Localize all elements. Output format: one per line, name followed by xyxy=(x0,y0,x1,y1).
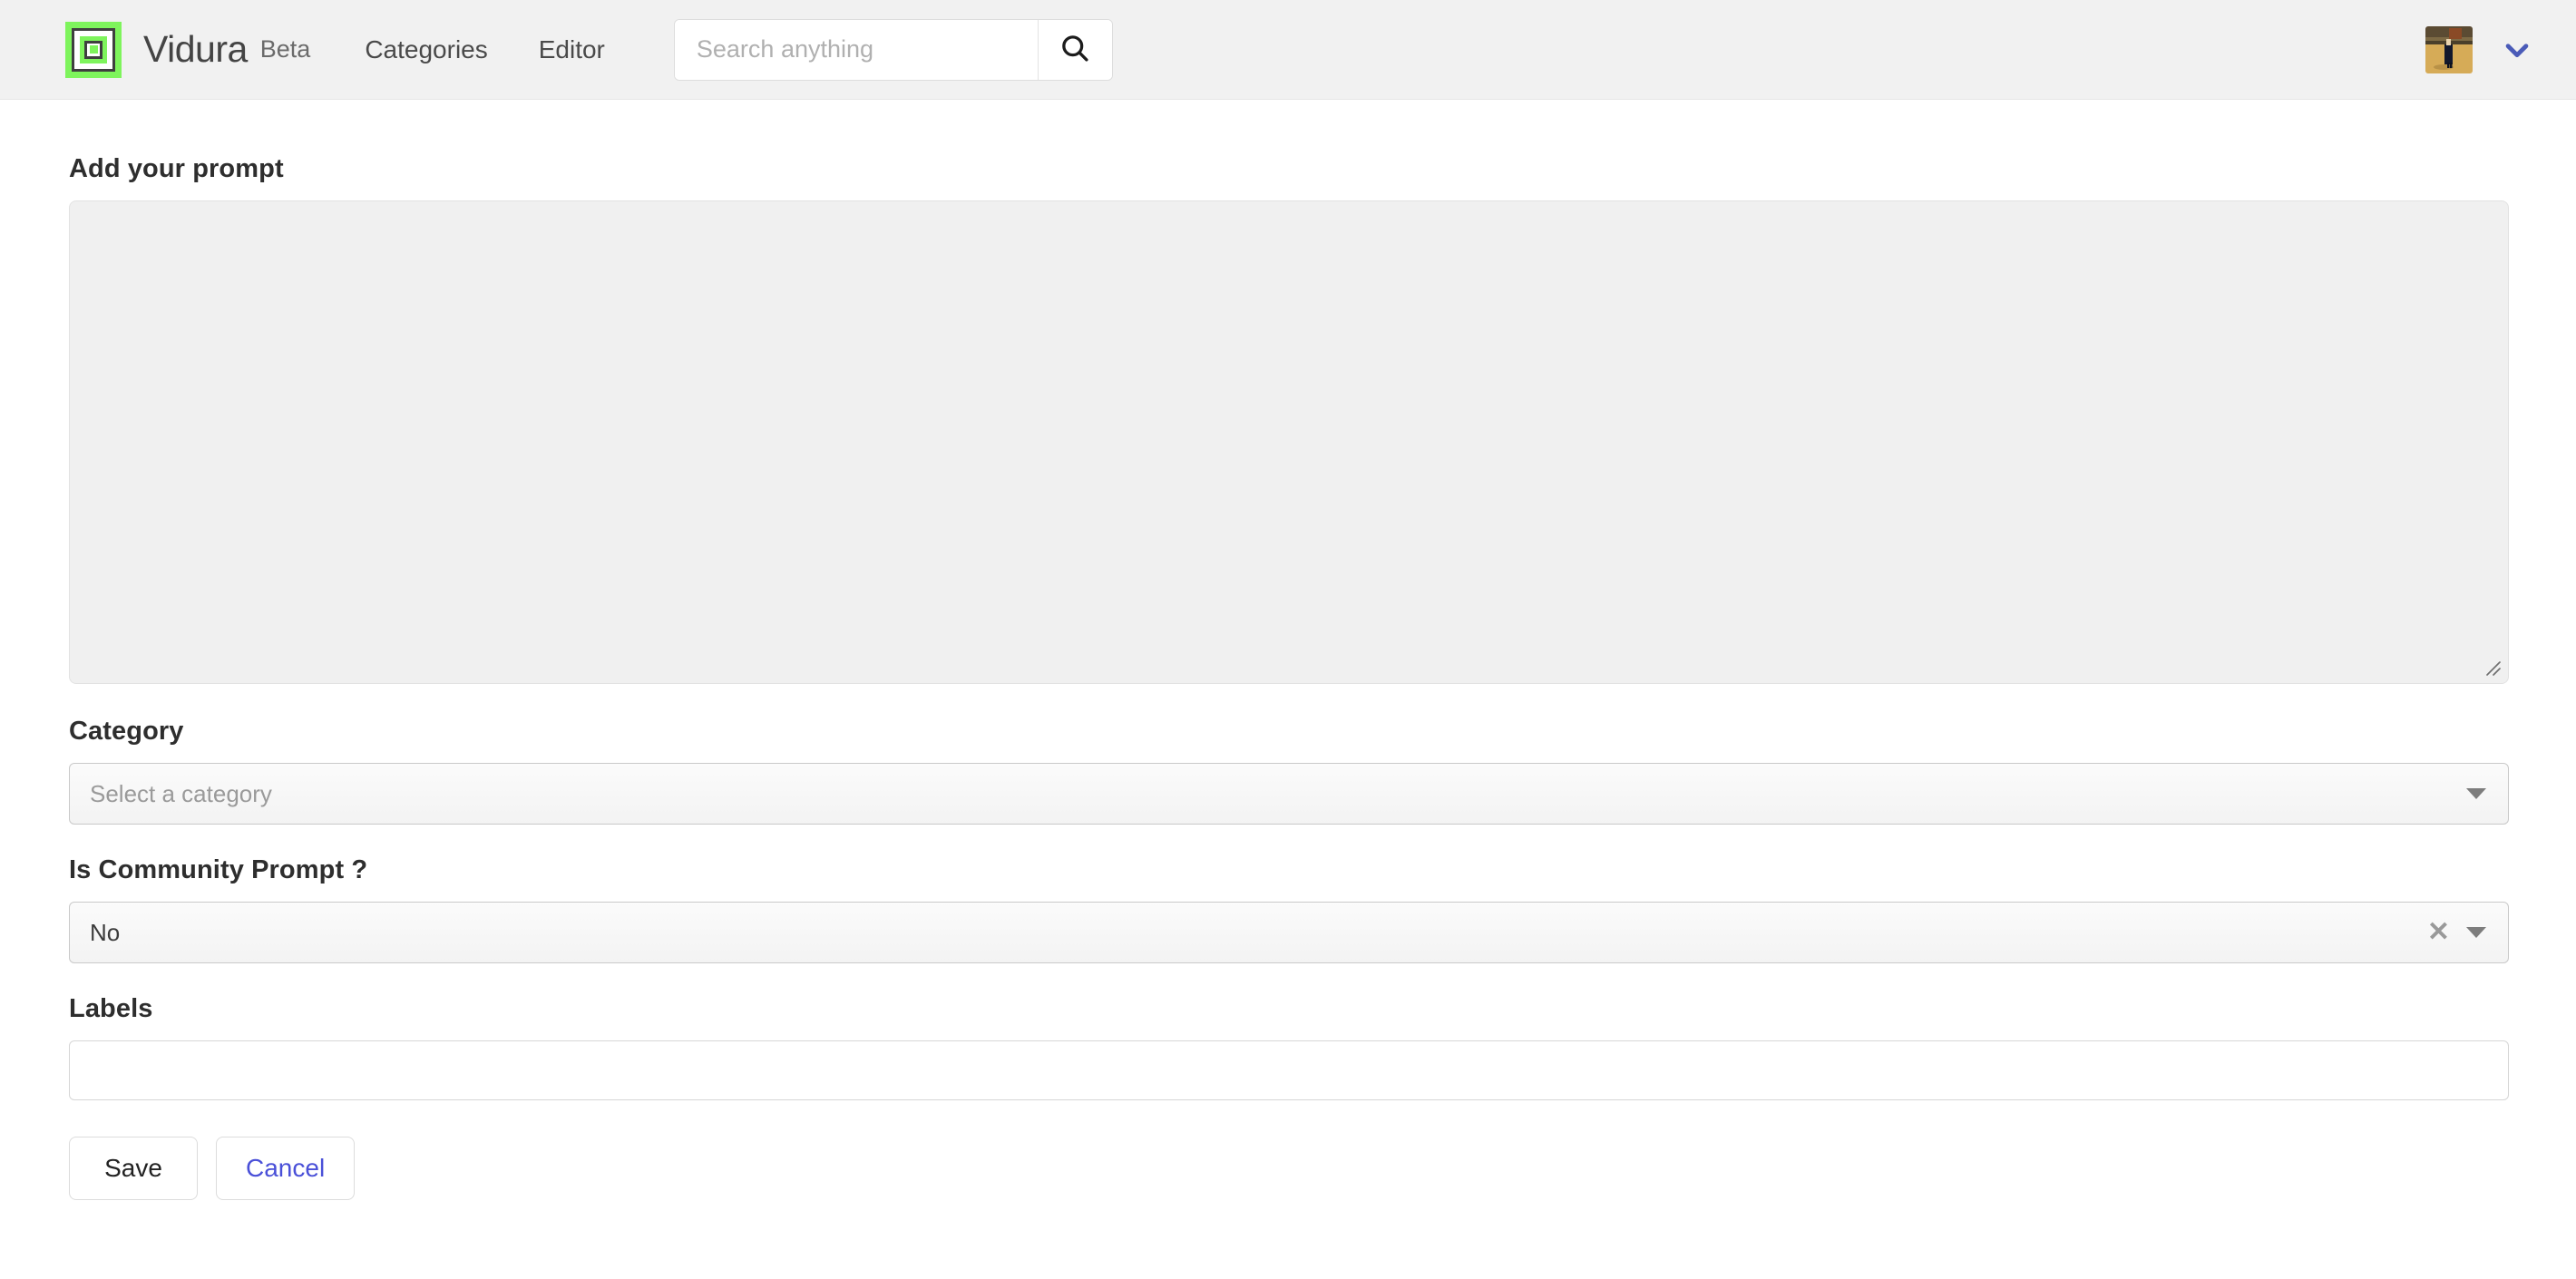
brand-beta-badge: Beta xyxy=(259,35,311,63)
main-nav: Categories Editor xyxy=(339,35,630,64)
nav-link-editor[interactable]: Editor xyxy=(513,35,630,64)
nav-link-categories[interactable]: Categories xyxy=(339,35,512,64)
search-bar xyxy=(673,18,1113,81)
brand-name: Vidura xyxy=(143,28,248,70)
prompt-textarea-wrapper xyxy=(69,200,2509,684)
prompt-form: Add your prompt Category Select a catego… xyxy=(0,100,2576,1200)
labels-field-label: Labels xyxy=(69,994,153,1023)
category-selected-value: Select a category xyxy=(90,779,272,807)
form-actions: Save Cancel xyxy=(69,1137,2511,1200)
save-button[interactable]: Save xyxy=(69,1137,198,1200)
brand[interactable]: Vidura Beta xyxy=(65,21,311,78)
search-icon xyxy=(1059,32,1091,67)
logo-ring-inner xyxy=(84,40,102,59)
cancel-button[interactable]: Cancel xyxy=(216,1137,356,1200)
caret-down-icon[interactable] xyxy=(2466,927,2486,938)
logo-ring-mid xyxy=(80,35,107,63)
search-button[interactable] xyxy=(1037,19,1112,80)
prompt-textarea[interactable] xyxy=(69,200,2509,684)
account-menu[interactable] xyxy=(2425,0,2532,100)
category-field-label: Category xyxy=(69,717,184,746)
caret-down-icon[interactable] xyxy=(2466,788,2486,799)
category-select[interactable]: Select a category xyxy=(69,763,2509,825)
app-header: Vidura Beta Categories Editor xyxy=(0,0,2576,100)
chevron-down-icon[interactable] xyxy=(2502,34,2532,65)
labels-input[interactable] xyxy=(69,1040,2509,1100)
clear-x-icon[interactable]: ✕ xyxy=(2427,919,2450,946)
user-avatar[interactable] xyxy=(2425,26,2473,73)
prompt-field-label: Add your prompt xyxy=(69,154,284,183)
community-prompt-field-label: Is Community Prompt ? xyxy=(69,855,368,884)
nested-squares-logo-icon[interactable] xyxy=(65,21,122,78)
logo-ring-outer xyxy=(72,27,115,72)
search-input[interactable] xyxy=(674,19,1038,80)
community-prompt-select[interactable]: No ✕ xyxy=(69,902,2509,963)
logo-core xyxy=(89,45,98,54)
community-prompt-selected-value: No xyxy=(90,918,121,946)
